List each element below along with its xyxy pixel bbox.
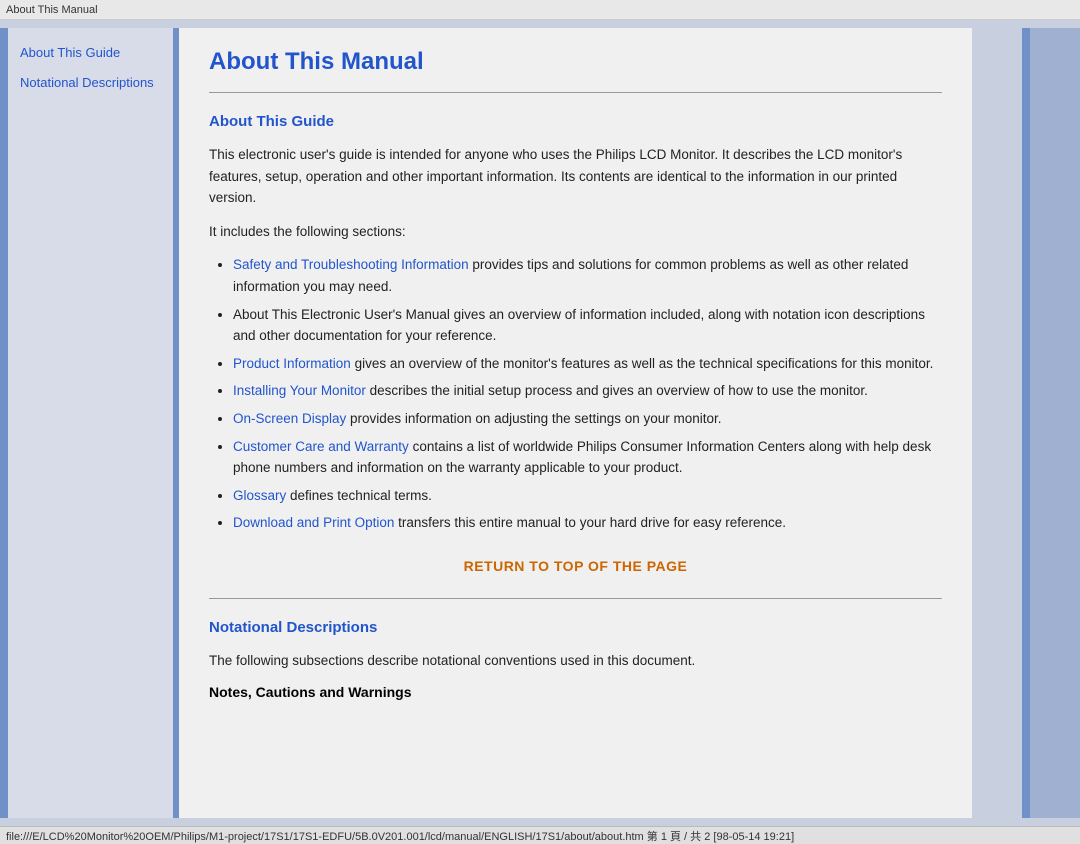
notational-heading: Notational Descriptions [209, 619, 942, 636]
notational-para: The following subsections describe notat… [209, 650, 942, 672]
safety-troubleshooting-link[interactable]: Safety and Troubleshooting Information [233, 257, 469, 272]
divider-bottom [209, 598, 942, 599]
page-title: About This Manual [209, 48, 942, 76]
status-bar: file:///E/LCD%20Monitor%20OEM/Philips/M1… [0, 826, 1080, 844]
status-bar-text: file:///E/LCD%20Monitor%20OEM/Philips/M1… [6, 828, 794, 844]
about-guide-para1: This electronic user's guide is intended… [209, 144, 942, 209]
bullet-text-2: About This Electronic User's Manual give… [233, 307, 925, 344]
list-item: Safety and Troubleshooting Information p… [233, 254, 942, 297]
list-item: Customer Care and Warranty contains a li… [233, 436, 942, 479]
list-item: Glossary defines technical terms. [233, 485, 942, 507]
right-accent-blue [1022, 28, 1030, 818]
about-guide-para2: It includes the following sections: [209, 221, 942, 243]
bullet-text-5: provides information on adjusting the se… [346, 411, 721, 426]
content-area: About This Manual About This Guide This … [179, 28, 972, 818]
title-bar-text: About This Manual [6, 4, 98, 16]
product-information-link[interactable]: Product Information [233, 356, 351, 371]
list-item: On-Screen Display provides information o… [233, 408, 942, 430]
sidebar: About This Guide Notational Descriptions [8, 28, 173, 818]
sidebar-item-notational-descriptions[interactable]: Notational Descriptions [20, 74, 161, 92]
divider-top [209, 92, 942, 93]
far-right-bar [1030, 28, 1080, 818]
about-guide-heading: About This Guide [209, 113, 942, 130]
list-item: Product Information gives an overview of… [233, 353, 942, 375]
sidebar-item-about-this-guide[interactable]: About This Guide [20, 44, 161, 62]
glossary-link[interactable]: Glossary [233, 488, 286, 503]
main-layout: About This Guide Notational Descriptions… [0, 20, 1080, 826]
bullet-text-8: transfers this entire manual to your har… [394, 515, 786, 530]
title-bar: About This Manual [0, 0, 1080, 20]
right-accent [972, 28, 1022, 818]
on-screen-display-link[interactable]: On-Screen Display [233, 411, 346, 426]
list-item: Installing Your Monitor describes the in… [233, 380, 942, 402]
bullet-text-3: gives an overview of the monitor's featu… [351, 356, 934, 371]
list-item: Download and Print Option transfers this… [233, 512, 942, 534]
bullet-text-7: defines technical terms. [286, 488, 432, 503]
left-accent-bar [0, 28, 8, 818]
bullet-text-4: describes the initial setup process and … [366, 383, 868, 398]
list-item: About This Electronic User's Manual give… [233, 304, 942, 347]
return-to-top: RETURN TO TOP OF THE PAGE [209, 558, 942, 574]
return-to-top-link[interactable]: RETURN TO TOP OF THE PAGE [464, 558, 688, 574]
customer-care-warranty-link[interactable]: Customer Care and Warranty [233, 439, 409, 454]
download-print-link[interactable]: Download and Print Option [233, 515, 394, 530]
about-guide-bullets: Safety and Troubleshooting Information p… [233, 254, 942, 534]
installing-monitor-link[interactable]: Installing Your Monitor [233, 383, 366, 398]
notes-cautions-heading: Notes, Cautions and Warnings [209, 684, 942, 700]
